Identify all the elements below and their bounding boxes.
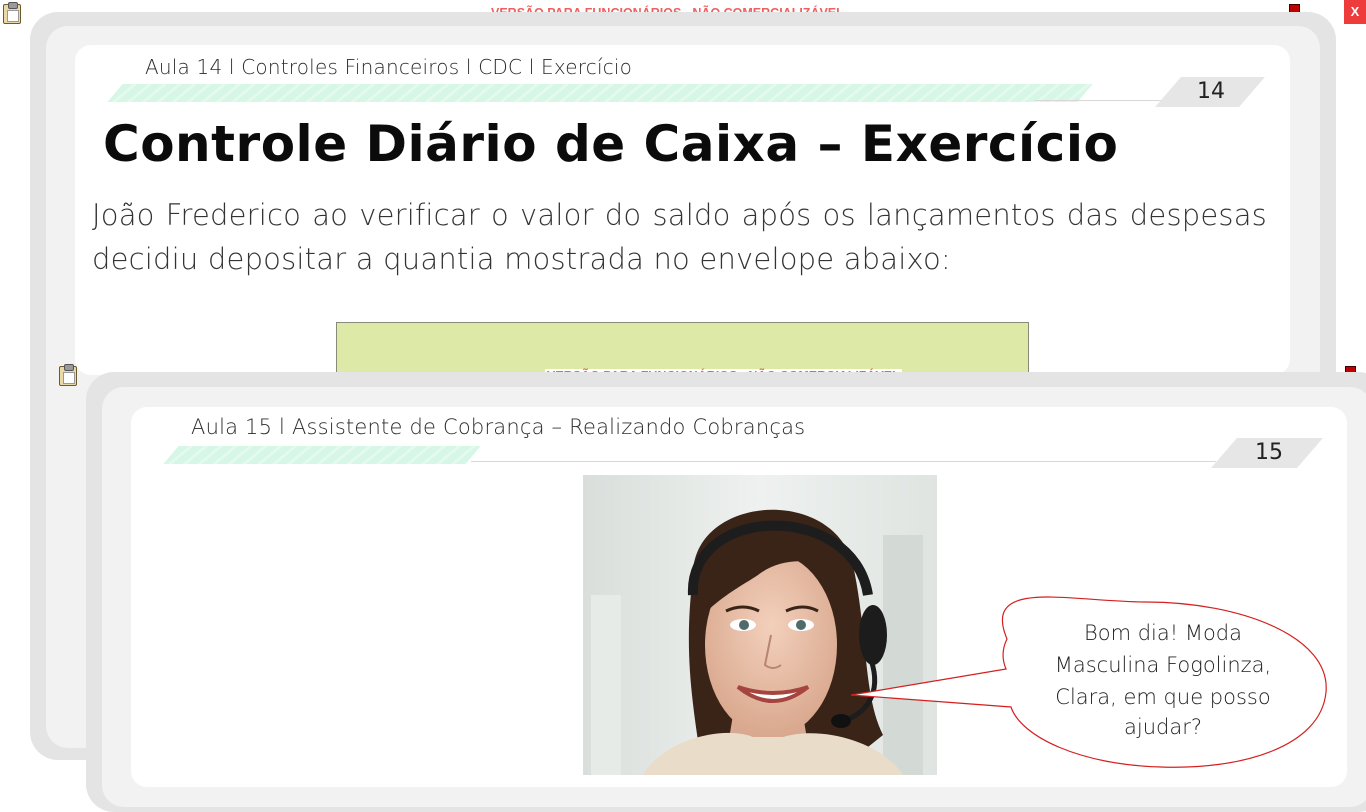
slide-number: 14 [1197,79,1225,104]
paragraph-line-1: João Frederico ao verificar o valor do s… [92,198,1267,232]
speech-line-4: ajudar? [1124,715,1202,739]
clipboard-icon-2[interactable] [59,364,77,386]
speech-line-1: Bom dia! Moda [1083,621,1243,645]
close-button[interactable]: X [1344,0,1366,24]
back-slide: Aula 14 l Controles Financeiros l CDC l … [75,45,1290,375]
speech-line-2: Masculina Fogolinza, [1054,653,1272,677]
paragraph-line-2: decidiu depositar a quantia mostrada no … [92,242,951,276]
front-slide: Aula 15 l Assistente de Cobrança – Reali… [131,407,1347,787]
slide-title: Controle Diário de Caixa – Exercício [103,115,1119,173]
slide-number-tab: 14 [1155,77,1265,107]
envelope-image [336,322,1029,375]
speech-line-3: Clara, em que posso [1055,685,1271,709]
clipboard-icon[interactable] [3,2,21,24]
header-stripe [107,84,1093,102]
back-slide-header: Aula 14 l Controles Financeiros l CDC l … [145,55,633,79]
